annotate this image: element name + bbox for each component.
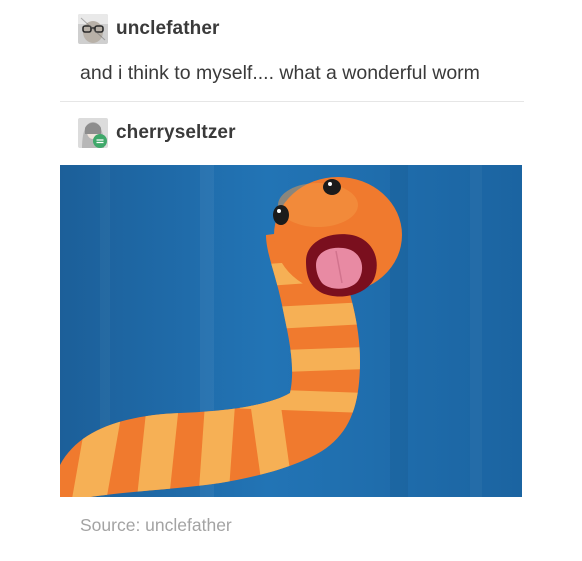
post-text: and i think to myself.... what a wonderf… bbox=[80, 62, 480, 84]
username-cherryseltzer[interactable]: cherryseltzer bbox=[116, 122, 236, 144]
username-unclefather[interactable]: unclefather bbox=[116, 18, 220, 40]
post-header-cherryseltzer: cherryseltzer bbox=[78, 118, 236, 148]
avatar-image-icon bbox=[78, 118, 108, 148]
avatar-image-icon bbox=[78, 14, 108, 44]
worm-puppet-image bbox=[60, 165, 522, 497]
worm-puppet-photo[interactable] bbox=[60, 165, 522, 497]
source-attribution[interactable]: Source: unclefather bbox=[80, 515, 232, 536]
avatar-unclefather[interactable] bbox=[78, 14, 108, 44]
avatar-cherryseltzer[interactable] bbox=[78, 118, 108, 148]
post-divider bbox=[60, 101, 524, 102]
post-header-unclefather: unclefather bbox=[78, 14, 220, 44]
